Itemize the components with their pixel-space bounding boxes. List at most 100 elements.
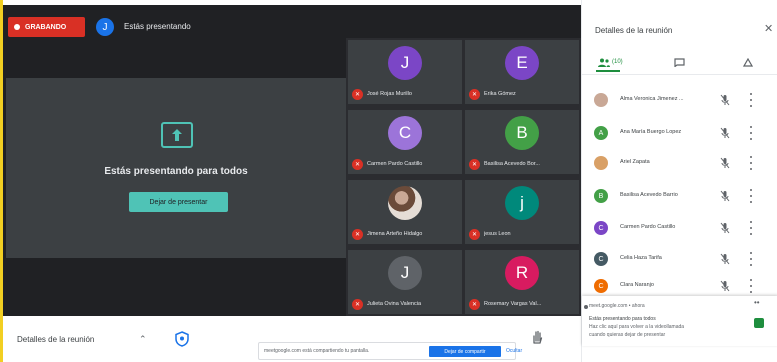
mic-off-icon: ✕ — [469, 159, 480, 170]
presenting-title: Estás presentando para todos — [104, 166, 248, 177]
tab-people[interactable]: (10) — [598, 55, 623, 69]
participant-name: Rosemary Vargas Val... — [484, 301, 542, 307]
mic-off-icon: ✕ — [469, 229, 480, 240]
mic-off-icon[interactable] — [720, 190, 730, 202]
more-vert-icon[interactable] — [750, 252, 753, 266]
chevron-up-icon[interactable]: ⌃ — [139, 334, 147, 345]
participant-name: José Rojas Murillo — [367, 91, 412, 97]
more-vert-icon[interactable] — [750, 221, 753, 235]
close-icon[interactable]: ✕ — [764, 22, 773, 35]
participant-row[interactable]: Alma Veronica Jimenez ... — [582, 90, 777, 110]
meeting-details-panel: Detalles de la reunión ✕ (10) Alma Veron… — [581, 0, 777, 362]
activities-icon — [743, 57, 753, 67]
people-icon — [598, 58, 610, 67]
mic-off-icon[interactable] — [720, 94, 730, 106]
hide-notification-link[interactable]: Ocultar — [506, 348, 522, 354]
avatar: C — [594, 279, 608, 293]
participant-name: Clara Naranjo — [620, 282, 654, 288]
shield-icon[interactable] — [175, 331, 189, 347]
share-notification-bar: meetgoogle.com está compartiendo tu pant… — [258, 342, 522, 360]
chat-icon — [674, 57, 685, 67]
avatar: B — [594, 189, 608, 203]
participant-name: Alma Veronica Jimenez ... — [620, 96, 684, 102]
participant-name: jesus Leon — [484, 231, 511, 237]
more-vert-icon[interactable] — [750, 189, 753, 203]
stop-sharing-button[interactable]: Dejar de compartir — [429, 346, 501, 357]
participant-name: Ariel Zapata — [620, 159, 650, 165]
panel-divider — [582, 74, 777, 75]
avatar-photo — [594, 93, 608, 107]
mic-off-icon[interactable] — [720, 127, 730, 139]
toast-title: Estás presentando para todos — [589, 316, 656, 322]
avatar: C — [594, 252, 608, 266]
recording-badge: GRABANDO — [8, 17, 85, 37]
participant-name: Carmen Pardo Castillo — [620, 224, 676, 230]
mic-off-icon[interactable] — [720, 222, 730, 234]
participant-tile[interactable]: J ✕ Julieta Ovina Valencia — [348, 250, 462, 314]
mic-off-icon[interactable] — [720, 253, 730, 265]
more-vert-icon[interactable] — [750, 93, 753, 107]
mic-off-icon: ✕ — [352, 229, 363, 240]
participant-tile[interactable]: E ✕ Erika Gómez — [465, 40, 579, 104]
avatar: C — [388, 116, 422, 150]
meet-window: GRABANDO J Estás presentando Estás prese… — [0, 0, 777, 362]
active-tab-indicator — [596, 70, 620, 72]
mic-off-icon: ✕ — [469, 299, 480, 310]
participant-row[interactable]: A Ana María Buergo Lopez — [582, 123, 777, 143]
presentation-tile: Estás presentando para todos Dejar de pr… — [6, 78, 346, 258]
participant-row[interactable]: Ariel Zapata — [582, 153, 777, 173]
mic-off-icon[interactable] — [720, 157, 730, 169]
participant-tile[interactable]: B ✕ Basilisa Acevedo Bor... — [465, 110, 579, 174]
meet-app-icon — [754, 318, 764, 328]
participant-tile[interactable]: j ✕ jesus Leon — [465, 180, 579, 244]
video-stage: GRABANDO J Estás presentando Estás prese… — [3, 5, 581, 316]
toast-more-icon[interactable]: •• — [754, 298, 760, 307]
participant-row[interactable]: B Basilisa Acevedo Barrio — [582, 186, 777, 206]
meeting-details-button[interactable]: Detalles de la reunión — [17, 335, 94, 344]
presenting-status: Estás presentando — [124, 22, 191, 31]
recording-label: GRABANDO — [25, 23, 67, 31]
tab-activities[interactable] — [743, 55, 753, 69]
toast-source: meet.google.com • ahora — [589, 303, 645, 309]
participant-name: Basilisa Acevedo Bor... — [484, 161, 540, 167]
more-vert-icon[interactable] — [750, 279, 753, 293]
participant-tile[interactable]: ✕ Jimena Arteño Hidalgo — [348, 180, 462, 244]
avatar: E — [505, 46, 539, 80]
more-vert-icon[interactable] — [750, 156, 753, 170]
mic-off-icon[interactable] — [720, 280, 730, 292]
participant-row[interactable]: C Carmen Pardo Castillo — [582, 218, 777, 238]
mic-off-icon: ✕ — [352, 159, 363, 170]
presenting-toast[interactable]: meet.google.com • ahora •• Estás present… — [582, 296, 777, 346]
participant-name: Erika Gómez — [484, 91, 516, 97]
presenter-avatar: J — [96, 18, 114, 36]
participant-name: Julieta Ovina Valencia — [367, 301, 422, 307]
source-dot-icon — [584, 305, 588, 309]
avatar: j — [505, 186, 539, 220]
participant-row[interactable]: C Clara Naranjo — [582, 276, 777, 296]
recording-dot-icon — [14, 24, 20, 30]
avatar: C — [594, 221, 608, 235]
present-screen-icon — [161, 122, 193, 148]
people-count: (10) — [612, 59, 623, 65]
participant-name: Basilisa Acevedo Barrio — [620, 192, 678, 198]
participant-tile[interactable]: C ✕ Carmen Pardo Castillo — [348, 110, 462, 174]
avatar: R — [505, 256, 539, 290]
avatar: B — [505, 116, 539, 150]
participant-name: Carmen Pardo Castillo — [367, 161, 423, 167]
stop-presenting-button[interactable]: Dejar de presentar — [129, 192, 228, 212]
participant-name: Ana María Buergo Lopez — [620, 129, 682, 135]
participant-row[interactable]: C Celia Haza Tarifa — [582, 249, 777, 269]
participant-name: Jimena Arteño Hidalgo — [367, 231, 423, 237]
more-vert-icon[interactable] — [750, 126, 753, 140]
panel-title: Detalles de la reunión — [595, 26, 673, 35]
share-notification-text: meetgoogle.com está compartiendo tu pant… — [264, 348, 370, 354]
raise-hand-icon[interactable] — [531, 330, 543, 344]
participant-name: Celia Haza Tarifa — [620, 255, 662, 261]
participant-tile[interactable]: J ✕ José Rojas Murillo — [348, 40, 462, 104]
avatar-photo — [388, 186, 422, 220]
tab-chat[interactable] — [674, 55, 685, 69]
mic-off-icon: ✕ — [352, 299, 363, 310]
participant-tile[interactable]: R ✕ Rosemary Vargas Val... — [465, 250, 579, 314]
toast-line: cuando quieras dejar de presentar — [589, 332, 666, 338]
toast-line: Haz clic aquí para volver a la videollam… — [589, 324, 685, 330]
